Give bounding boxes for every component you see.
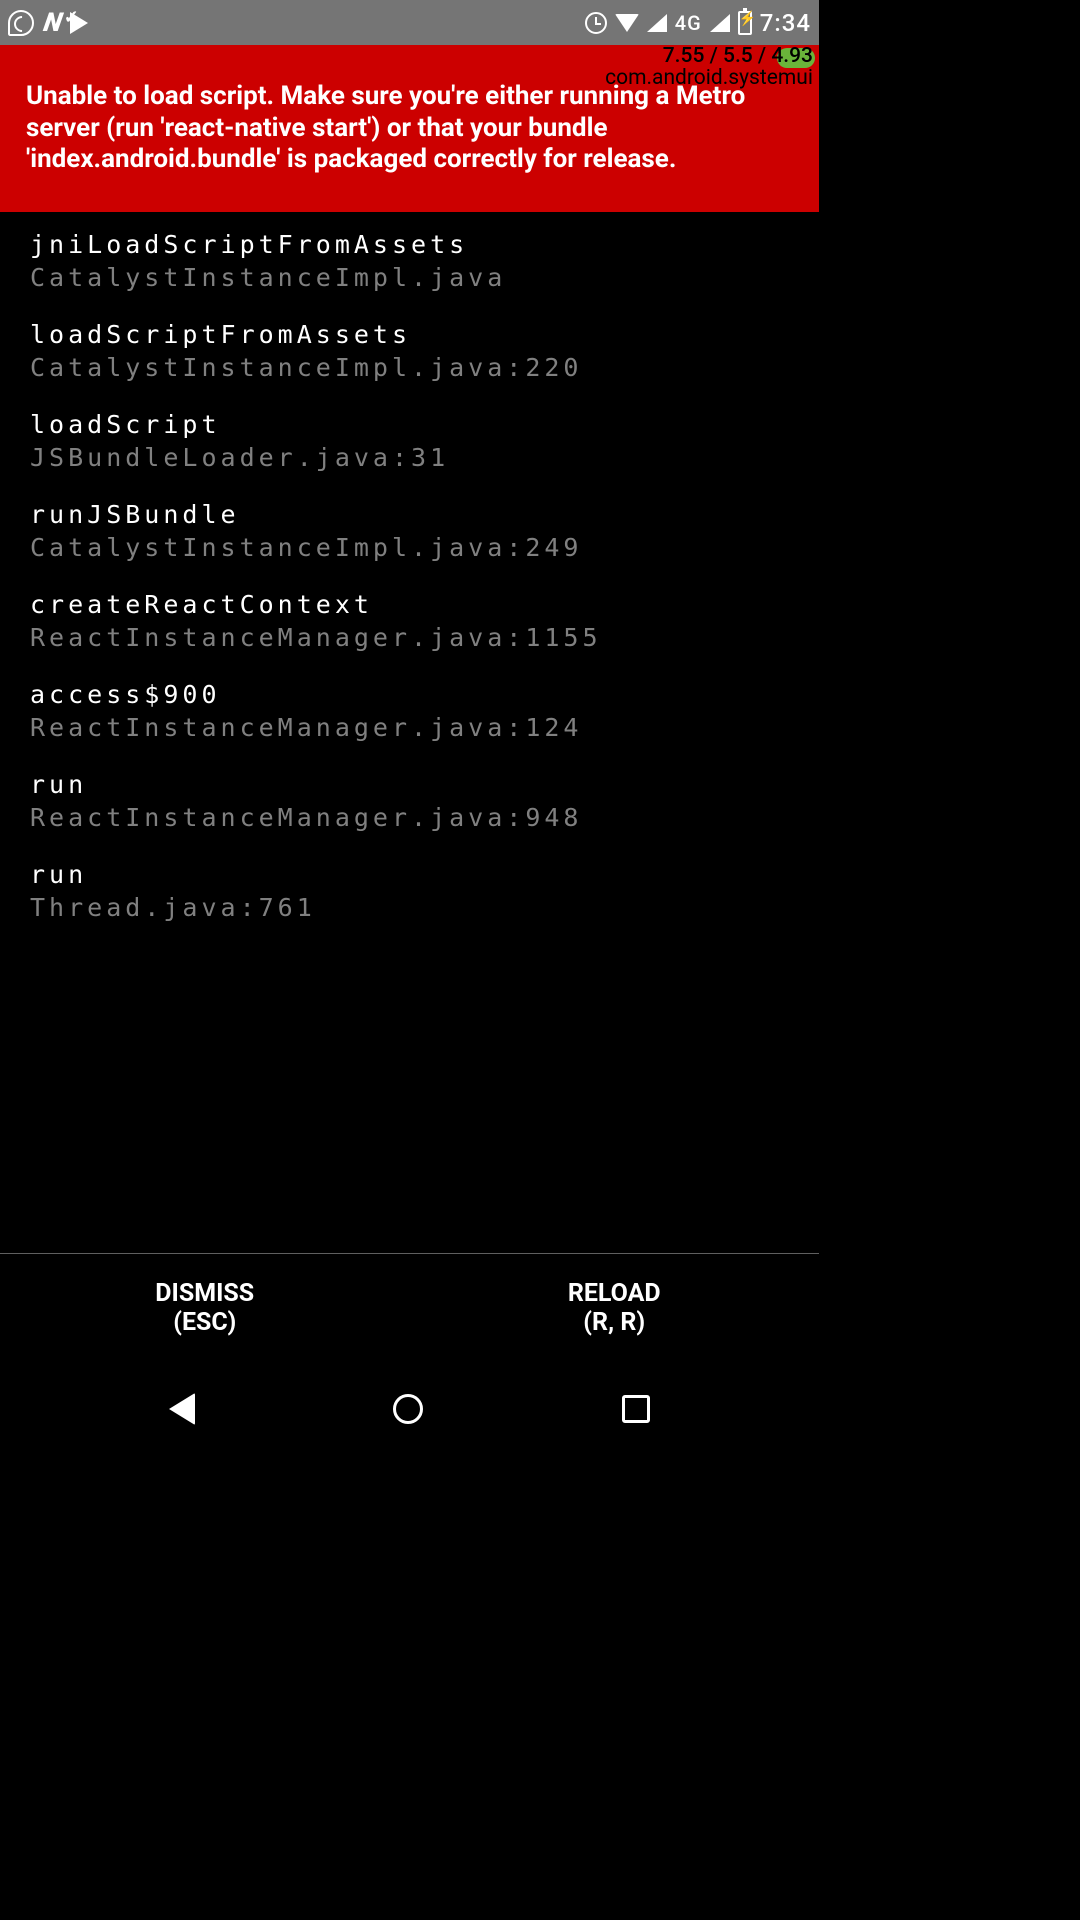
stack-method: loadScriptFromAssets — [30, 320, 789, 349]
stack-location: CatalystInstanceImpl.java:220 — [30, 353, 789, 382]
debug-metrics-text: 7.55 / 5.5 / 4.93 — [605, 45, 813, 67]
stack-method: runJSBundle — [30, 500, 789, 529]
android-status-bar: N 4G 7:34 — [0, 0, 819, 45]
error-message-text: Unable to load script. Make sure you're … — [26, 81, 762, 176]
stack-trace[interactable]: jniLoadScriptFromAssets CatalystInstance… — [0, 212, 819, 968]
wifi-icon — [615, 14, 639, 32]
stack-frame[interactable]: loadScriptFromAssets CatalystInstanceImp… — [30, 320, 789, 382]
dismiss-hint: (ESC) — [173, 1309, 236, 1338]
network-type-label: 4G — [675, 11, 702, 35]
alarm-icon — [585, 12, 607, 34]
clock-text: 7:34 — [760, 9, 811, 37]
stack-location: JSBundleLoader.java:31 — [30, 443, 789, 472]
debug-package-text: com.android.systemui — [605, 67, 813, 89]
dismiss-button[interactable]: DISMISS (ESC) — [0, 1254, 410, 1363]
status-notifications: N — [8, 8, 88, 38]
stack-method: run — [30, 770, 789, 799]
dismiss-label: DISMISS — [155, 1280, 254, 1309]
stack-method: run — [30, 860, 789, 889]
play-store-icon — [70, 12, 88, 34]
stack-method: loadScript — [30, 410, 789, 439]
stack-location: CatalystInstanceImpl.java:249 — [30, 533, 789, 562]
stack-location: ReactInstanceManager.java:124 — [30, 713, 789, 742]
reload-hint: (R, R) — [583, 1309, 645, 1338]
back-icon[interactable] — [169, 1393, 195, 1425]
stack-frame[interactable]: createReactContext ReactInstanceManager.… — [30, 590, 789, 652]
status-indicators: 4G 7:34 — [585, 9, 811, 37]
stack-frame[interactable]: run Thread.java:761 — [30, 860, 789, 922]
notification-n-icon: N — [41, 8, 62, 38]
stack-method: createReactContext — [30, 590, 789, 619]
stack-location: ReactInstanceManager.java:948 — [30, 803, 789, 832]
reload-button[interactable]: RELOAD (R, R) — [410, 1254, 820, 1363]
stack-location: ReactInstanceManager.java:1155 — [30, 623, 789, 652]
debug-overlay: 7.55 / 5.5 / 4.93 com.android.systemui — [605, 45, 813, 89]
signal-icon — [647, 14, 667, 32]
android-nav-bar — [0, 1363, 819, 1455]
stack-frame[interactable]: jniLoadScriptFromAssets CatalystInstance… — [30, 230, 789, 292]
stack-method: access$900 — [30, 680, 789, 709]
stack-location: CatalystInstanceImpl.java — [30, 263, 789, 292]
app-content: 7.55 / 5.5 / 4.93 com.android.systemui U… — [0, 45, 819, 1363]
stack-frame[interactable]: run ReactInstanceManager.java:948 — [30, 770, 789, 832]
home-icon[interactable] — [393, 1394, 423, 1424]
reload-label: RELOAD — [568, 1280, 661, 1309]
stack-frame[interactable]: runJSBundle CatalystInstanceImpl.java:24… — [30, 500, 789, 562]
stack-frame[interactable]: loadScript JSBundleLoader.java:31 — [30, 410, 789, 472]
signal-icon-2 — [710, 14, 730, 32]
stack-frame[interactable]: access$900 ReactInstanceManager.java:124 — [30, 680, 789, 742]
battery-charging-icon — [738, 11, 752, 35]
stack-location: Thread.java:761 — [30, 893, 789, 922]
recents-icon[interactable] — [622, 1395, 650, 1423]
redbox-button-bar: DISMISS (ESC) RELOAD (R, R) — [0, 1253, 819, 1363]
whatsapp-icon — [8, 10, 34, 36]
stack-method: jniLoadScriptFromAssets — [30, 230, 789, 259]
